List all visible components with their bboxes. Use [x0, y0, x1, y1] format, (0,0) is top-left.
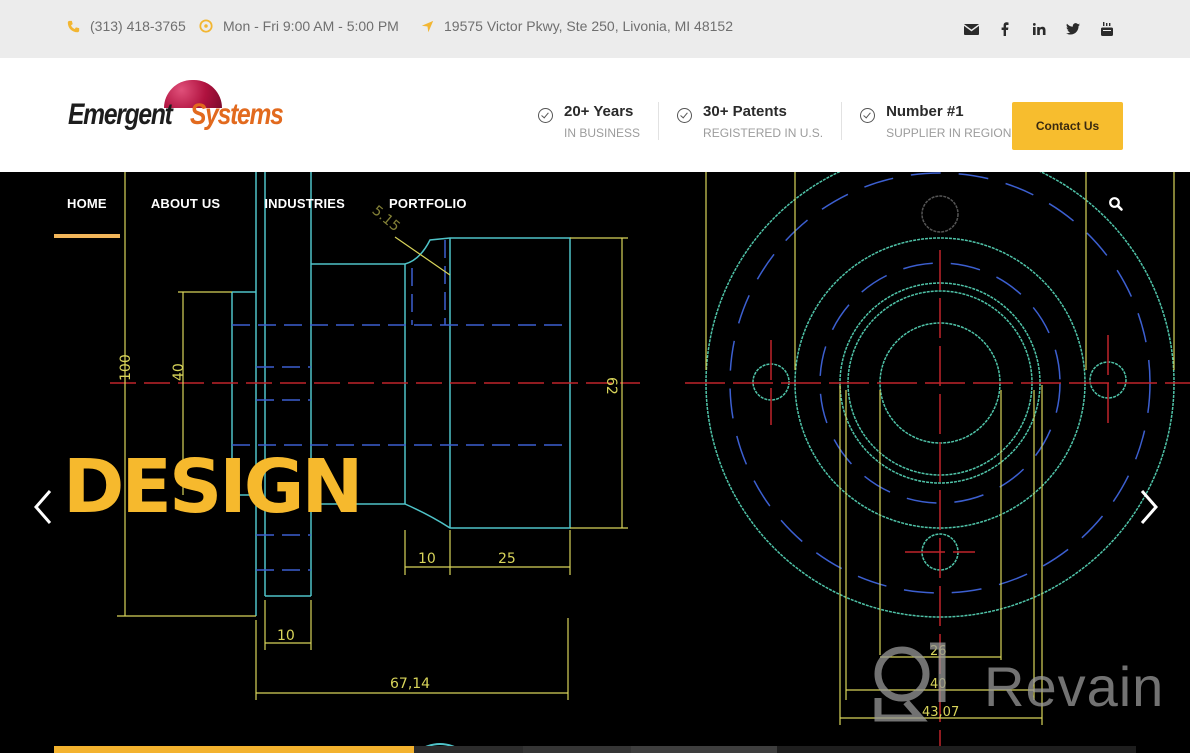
logo-word-systems: Systems	[190, 98, 284, 131]
check-circle-icon	[860, 108, 876, 123]
dim-label: 25	[498, 551, 516, 567]
logo-word-emergent: Emergent	[68, 98, 173, 131]
location-arrow-icon	[420, 19, 434, 33]
next-slide-arrow-icon[interactable]	[1134, 487, 1162, 527]
dim-label: 40	[171, 363, 187, 381]
email-icon[interactable]	[954, 18, 988, 40]
nav-industries[interactable]: INDUSTRIES	[251, 172, 358, 235]
dim-label: 10	[418, 551, 436, 567]
clock-icon	[199, 19, 213, 33]
slide-progress-bar[interactable]	[54, 746, 1136, 753]
company-stats: 20+ Years IN BUSINESS 30+ Patents REGIST…	[538, 102, 1029, 140]
revain-watermark-text: Revain	[984, 655, 1165, 718]
dim-label: 62	[603, 377, 619, 395]
social-links	[954, 18, 1124, 40]
hero-slider: 100 40 62 10 25 10 67,14 5.15 26 40 43,0…	[0, 172, 1190, 753]
nav-portfolio[interactable]: PORTFOLIO	[376, 172, 480, 235]
address-info[interactable]: 19575 Victor Pkwy, Ste 250, Livonia, MI …	[420, 0, 733, 52]
top-info-bar: (313) 418-3765 Mon - Fri 9:00 AM - 5:00 …	[0, 0, 1190, 58]
facebook-icon[interactable]	[988, 18, 1022, 40]
shaft-outline	[231, 172, 571, 616]
dim-label: 67,14	[390, 676, 430, 692]
dim-label: 100	[118, 354, 134, 381]
progress-segment	[776, 746, 1136, 753]
stat-subtitle: SUPPLIER IN REGION	[886, 126, 1012, 140]
address: 19575 Victor Pkwy, Ste 250, Livonia, MI …	[444, 18, 733, 34]
stat-title: 30+ Patents	[703, 103, 787, 120]
check-circle-icon	[677, 108, 693, 123]
stat-patents: 30+ Patents REGISTERED IN U.S.	[658, 102, 841, 140]
search-icon[interactable]	[1108, 196, 1124, 212]
progress-segment	[522, 746, 631, 753]
revain-watermark: Revain	[872, 642, 1172, 722]
stat-subtitle: REGISTERED IN U.S.	[703, 126, 824, 140]
shaft-dimensions	[117, 172, 628, 700]
twitter-icon[interactable]	[1056, 18, 1090, 40]
stat-years: 20+ Years IN BUSINESS	[538, 102, 658, 140]
dim-label: 10	[277, 628, 295, 644]
phone-info[interactable]: (313) 418-3765	[66, 0, 186, 52]
stat-title: Number #1	[886, 103, 964, 120]
phone-number: (313) 418-3765	[90, 18, 186, 34]
progress-segment	[54, 746, 415, 753]
hero-headline: DESIGN	[63, 444, 363, 530]
revain-logo-icon	[874, 642, 946, 722]
business-hours: Mon - Fri 9:00 AM - 5:00 PM	[223, 18, 399, 34]
stat-supplier: Number #1 SUPPLIER IN REGION	[841, 102, 1029, 140]
linkedin-icon[interactable]	[1022, 18, 1056, 40]
nav-about-us[interactable]: ABOUT US	[138, 172, 234, 235]
company-logo[interactable]: Emergent Systems	[68, 80, 298, 140]
main-navigation: HOME ABOUT US INDUSTRIES PORTFOLIO	[54, 172, 498, 238]
stat-subtitle: IN BUSINESS	[564, 126, 641, 140]
progress-segment	[414, 746, 523, 753]
site-header: Emergent Systems 20+ Years IN BUSINESS 3…	[0, 58, 1190, 172]
check-circle-icon	[538, 108, 553, 123]
contact-us-button[interactable]: Contact Us	[1012, 102, 1123, 150]
previous-slide-arrow-icon[interactable]	[30, 487, 58, 527]
phone-icon	[66, 19, 80, 33]
progress-segment	[630, 746, 777, 753]
youtube-icon[interactable]	[1090, 18, 1124, 40]
hours-info: Mon - Fri 9:00 AM - 5:00 PM	[199, 0, 399, 52]
stat-title: 20+ Years	[564, 103, 634, 120]
nav-home[interactable]: HOME	[54, 172, 120, 238]
